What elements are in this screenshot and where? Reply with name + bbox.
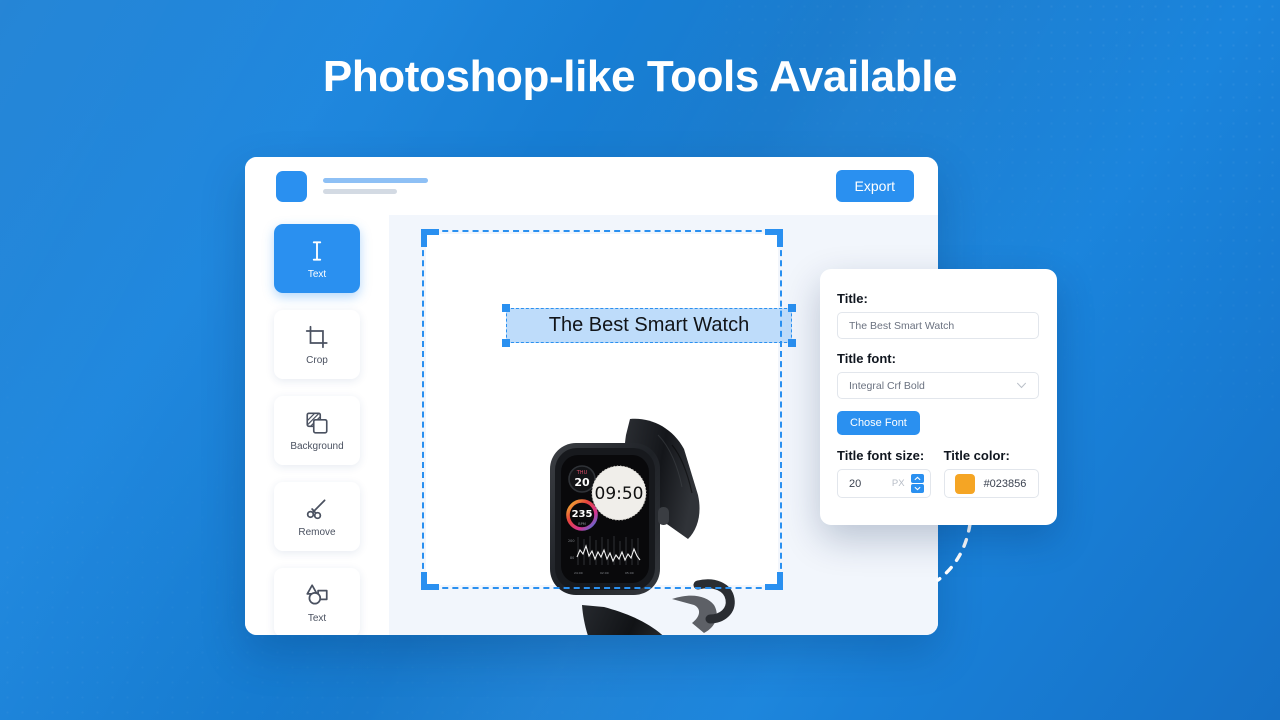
app-logo-icon <box>276 170 307 202</box>
chose-font-button[interactable]: Chose Font <box>837 411 920 435</box>
sidebar-tool-label: Remove <box>298 526 336 538</box>
crop-icon <box>305 325 328 348</box>
page-title-highlight: Photoshop-like <box>322 52 638 108</box>
chevron-down-icon <box>1017 382 1026 389</box>
sidebar-tool-crop[interactable]: Crop <box>274 310 360 379</box>
text-cursor-icon <box>312 240 322 261</box>
sidebar-tool-remove[interactable]: Remove <box>274 482 360 551</box>
frame-handle-bottom-right[interactable] <box>765 572 783 590</box>
shapes-icon <box>306 583 328 605</box>
color-swatch[interactable] <box>954 473 975 494</box>
title-color-input[interactable]: #023856 <box>943 469 1039 498</box>
sidebar-tool-text[interactable]: Text <box>274 224 360 293</box>
stepper-down-button[interactable] <box>910 484 924 494</box>
app-toolbar: Export <box>245 157 938 215</box>
font-size-input[interactable]: 20 PX <box>837 469 931 498</box>
sidebar-tool-label: Text <box>307 268 327 280</box>
sidebar-tool-label: Background <box>290 440 344 452</box>
text-handle-top-right[interactable] <box>788 304 796 312</box>
frame-handle-top-left[interactable] <box>421 229 439 247</box>
title-color-group: Title color: #023856 <box>943 448 1039 498</box>
sidebar-tool-background[interactable]: Background <box>274 396 360 465</box>
title-font-value: Integral Crf Bold <box>849 379 925 392</box>
page-title: Photoshop-like Tools Available <box>0 52 1280 108</box>
placeholder-line-secondary <box>323 189 397 194</box>
frame-handle-bottom-left[interactable] <box>421 572 439 590</box>
background-icon <box>306 411 328 434</box>
export-button[interactable]: Export <box>835 170 914 202</box>
artboard-selection-frame[interactable] <box>421 229 783 590</box>
frame-handle-top-right[interactable] <box>765 229 783 247</box>
stepper-up-button[interactable] <box>910 473 924 483</box>
tool-sidebar: Text Crop Background Remove Text <box>245 215 389 635</box>
font-size-unit: PX <box>891 478 905 489</box>
font-size-value: 20 <box>849 477 862 490</box>
sidebar-tool-label: Text <box>307 612 327 624</box>
toolbar-placeholder-lines <box>323 178 428 194</box>
page-title-rest: Tools Available <box>635 52 958 101</box>
sidebar-tool-label: Crop <box>306 354 328 366</box>
decorative-dashed-curve <box>936 522 972 582</box>
title-input-value: The Best Smart Watch <box>849 319 955 332</box>
size-and-color-row: Title font size: 20 PX Title color: #023… <box>837 448 1039 498</box>
title-properties-panel: Title: The Best Smart Watch Title font: … <box>820 269 1057 525</box>
scissors-icon <box>306 498 326 519</box>
title-field-label: Title: <box>837 291 868 306</box>
title-input[interactable]: The Best Smart Watch <box>837 312 1039 339</box>
chevron-down-icon <box>914 487 920 491</box>
title-font-select[interactable]: Integral Crf Bold <box>837 372 1039 399</box>
color-hex-value: #023856 <box>983 477 1027 490</box>
font-size-label: Title font size: <box>837 448 925 463</box>
title-color-label: Title color: <box>943 448 1010 463</box>
title-font-label: Title font: <box>837 351 896 366</box>
placeholder-line-primary <box>323 178 428 183</box>
font-size-group: Title font size: 20 PX <box>837 448 931 498</box>
font-size-stepper[interactable] <box>910 473 924 494</box>
sidebar-tool-shapes[interactable]: Text <box>274 568 360 635</box>
chevron-up-icon <box>914 476 920 480</box>
text-handle-bottom-right[interactable] <box>788 339 796 347</box>
